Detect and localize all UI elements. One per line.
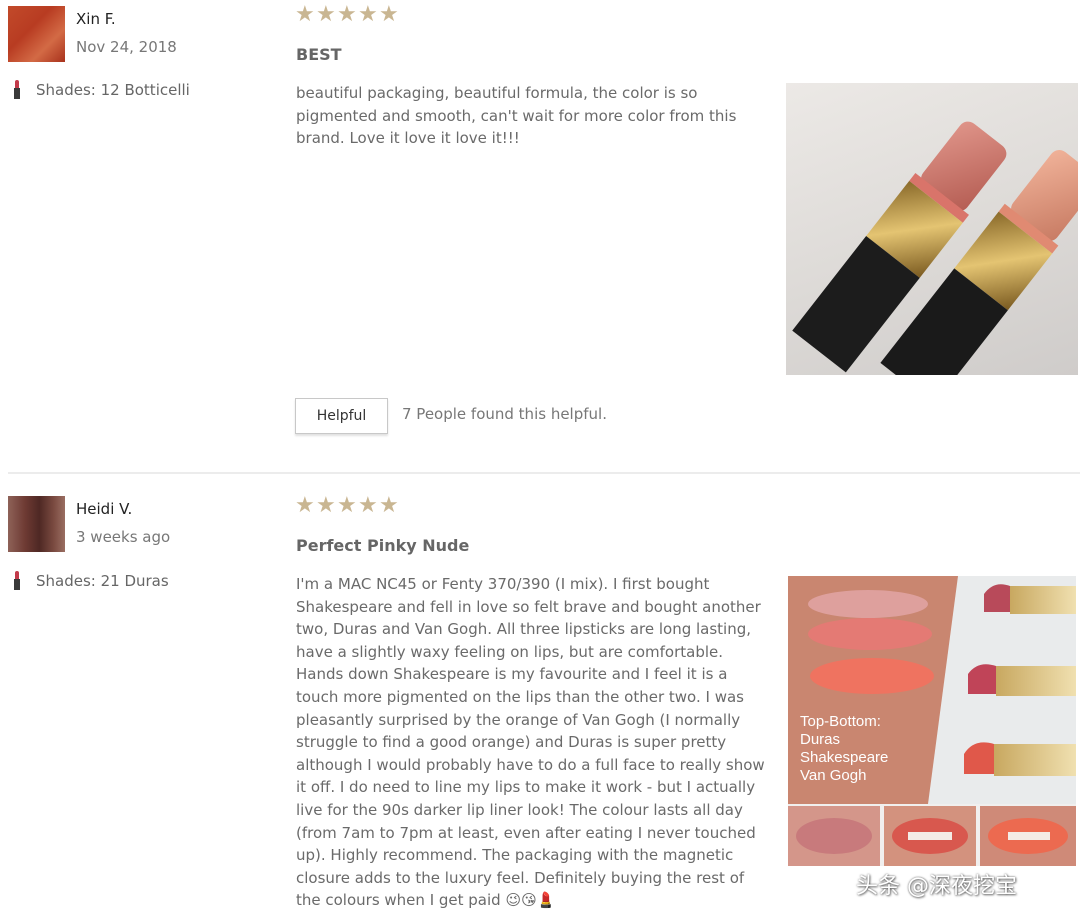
photo-caption-line: Top-Bottom: — [800, 713, 881, 730]
shade-label: Shades: 12 Botticelli — [12, 80, 190, 100]
review-body: I'm a MAC NC45 or Fenty 370/390 (I mix).… — [296, 575, 765, 910]
review-photo[interactable]: Top-Bottom: Duras Shakespeare Van Gogh — [788, 576, 1076, 866]
review-date: 3 weeks ago — [76, 528, 171, 546]
review-body: beautiful packaging, beautiful formula, … — [296, 84, 737, 148]
star-rating: ★★★★★ — [295, 493, 400, 518]
watermark: 头条 @深夜挖宝 — [856, 874, 1017, 899]
helpful-count: 7 People found this helpful. — [402, 405, 607, 423]
review-photo[interactable] — [786, 83, 1078, 375]
avatar[interactable] — [8, 6, 65, 62]
avatar[interactable] — [8, 496, 65, 552]
lipstick-photo — [792, 121, 1078, 375]
swatch-photo: Top-Bottom: Duras Shakespeare Van Gogh — [788, 576, 1076, 866]
author-name: Heidi V. — [76, 500, 133, 518]
helpful-button[interactable]: Helpful — [295, 398, 388, 434]
shade-text: Shades: 21 Duras — [36, 572, 169, 590]
shade-text: Shades: 12 Botticelli — [36, 81, 190, 99]
author-name: Xin F. — [76, 10, 116, 28]
review-date: Nov 24, 2018 — [76, 38, 177, 56]
review-title: Perfect Pinky Nude — [296, 536, 470, 555]
star-icon: ★ — [379, 493, 399, 518]
star-icon: ★ — [295, 2, 315, 27]
star-icon: ★ — [358, 493, 378, 518]
star-icon: ★ — [295, 493, 315, 518]
star-rating: ★★★★★ — [295, 2, 400, 27]
photo-caption-line: Shakespeare — [800, 749, 888, 766]
review-divider — [8, 472, 1080, 474]
star-icon: ★ — [337, 2, 357, 27]
photo-caption-line: Duras — [800, 731, 840, 748]
star-icon: ★ — [316, 2, 336, 27]
star-icon: ★ — [337, 493, 357, 518]
star-icon: ★ — [358, 2, 378, 27]
lipstick-icon — [12, 80, 22, 100]
shade-label: Shades: 21 Duras — [12, 571, 169, 591]
review-card: Xin F. Nov 24, 2018 Shades: 12 Botticell… — [0, 0, 1080, 470]
review-card: Heidi V. 3 weeks ago Shades: 21 Duras ★★… — [0, 488, 1080, 919]
photo-caption-line: Van Gogh — [800, 767, 866, 784]
lipstick-icon — [12, 571, 22, 591]
star-icon: ★ — [379, 2, 399, 27]
star-icon: ★ — [316, 493, 336, 518]
review-title: BEST — [296, 45, 342, 64]
